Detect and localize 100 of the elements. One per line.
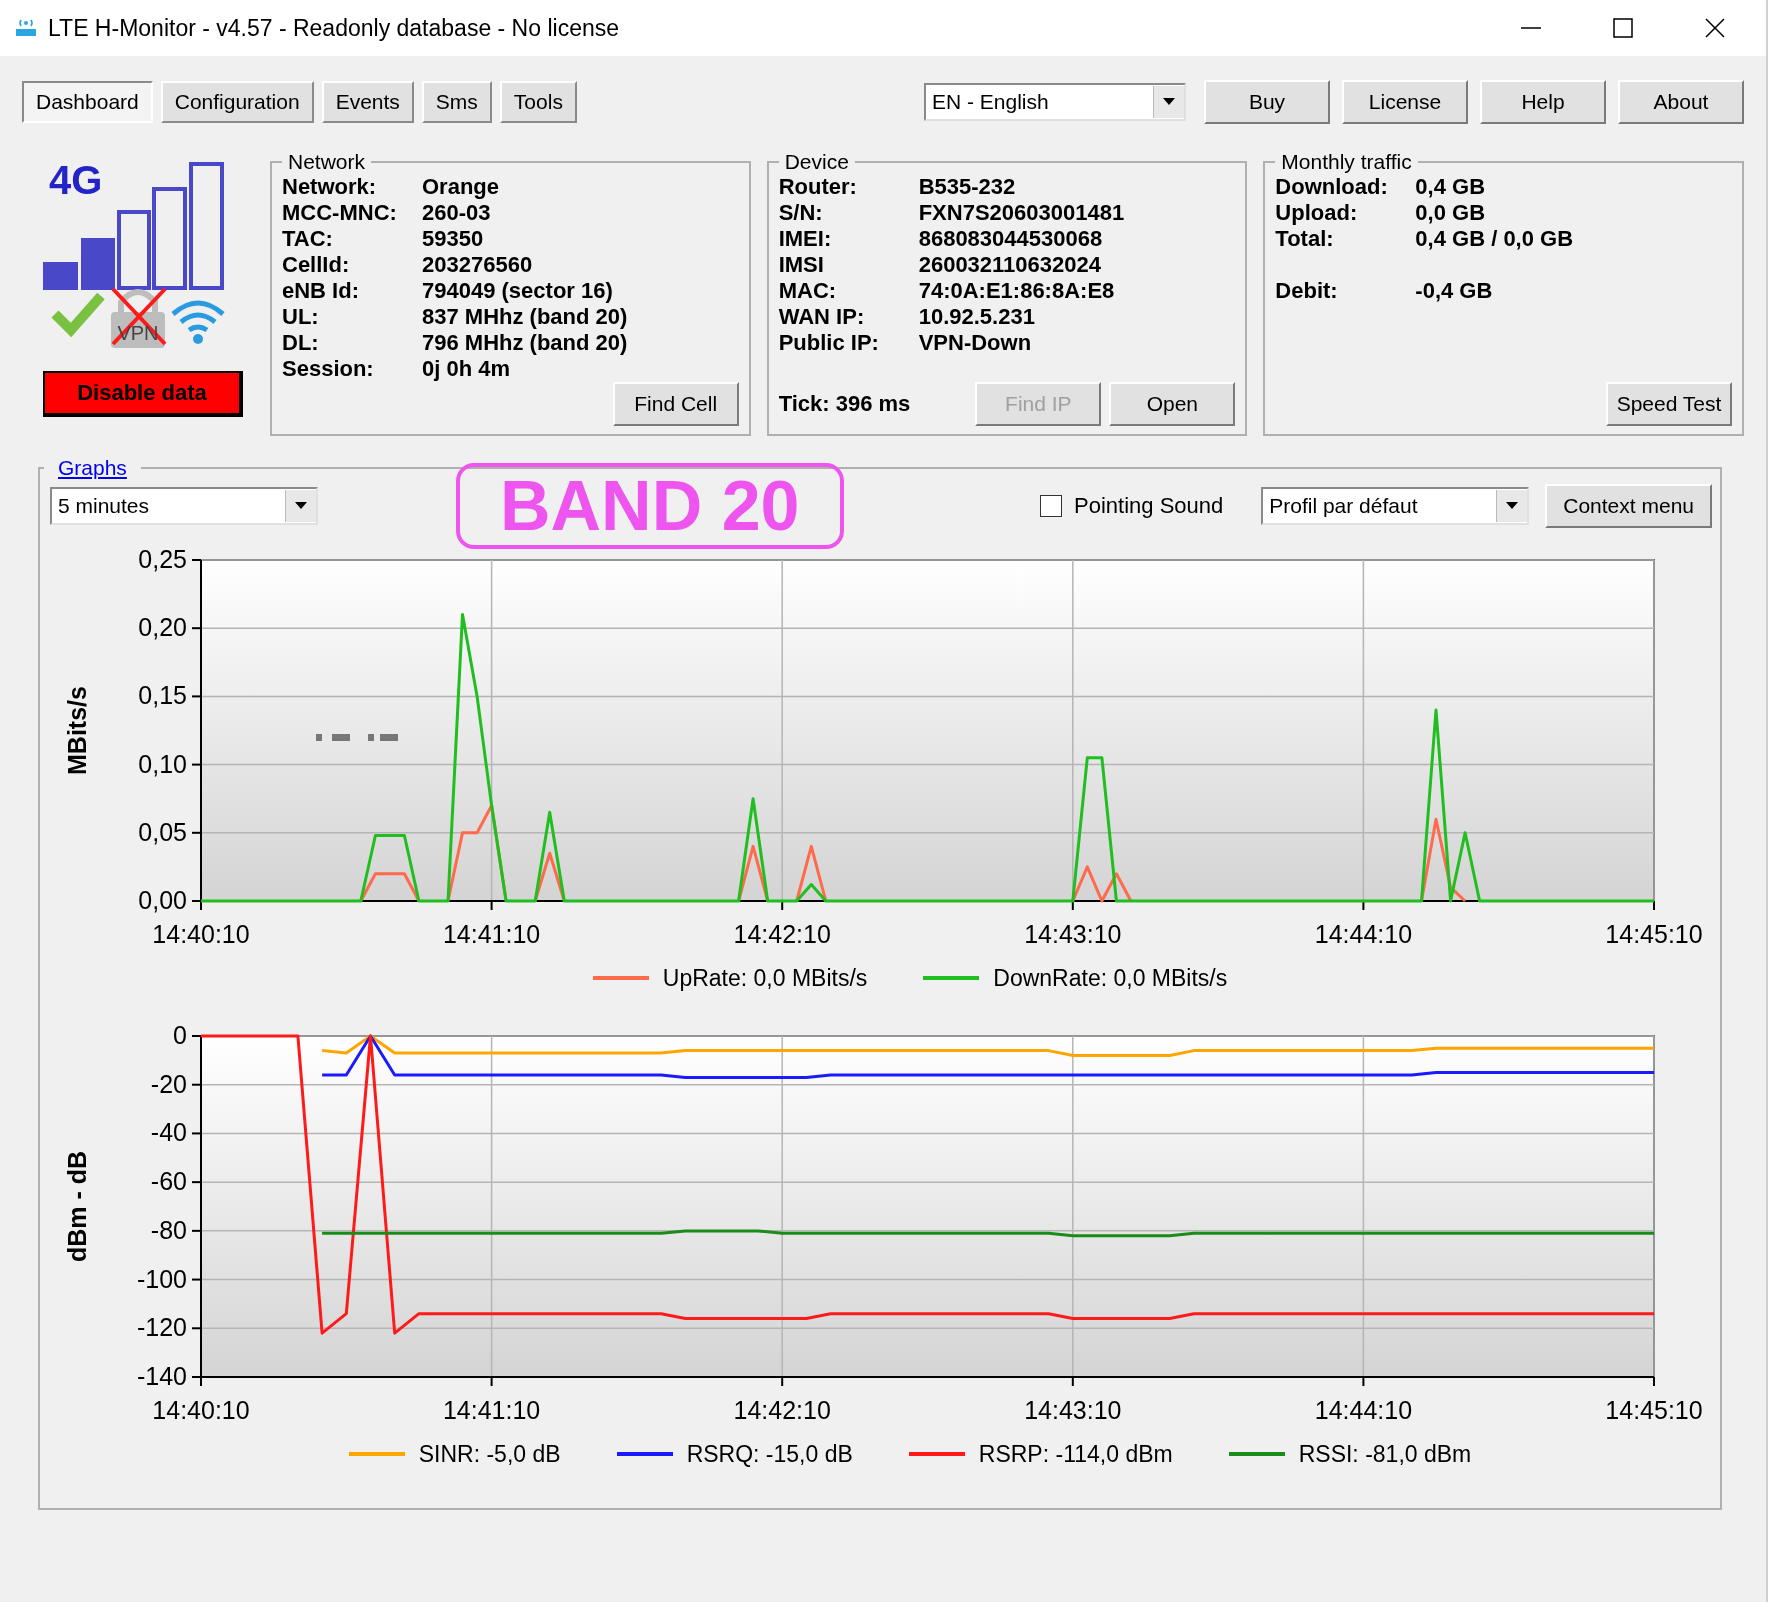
- field-value: 796 MHhz (band 20): [422, 330, 629, 356]
- graphs-link[interactable]: Graphs: [58, 456, 127, 479]
- axis-label: -40: [150, 1118, 187, 1147]
- legend-label: DownRate: 0,0 MBits/s: [993, 964, 1228, 992]
- field-value: 0,0 GB: [1415, 200, 1487, 226]
- field-label: Debit:: [1275, 278, 1339, 304]
- axis-label: 0,10: [138, 749, 187, 778]
- field-label: CellId:: [282, 252, 351, 278]
- toolbar-button[interactable]: Buy: [1204, 80, 1330, 124]
- field-value: 794049 (sector 16): [422, 278, 614, 304]
- dropdown-arrow-icon: [1506, 502, 1519, 510]
- disable-data-button[interactable]: Disable data: [43, 371, 243, 417]
- field-value: VPN-Down: [918, 330, 1033, 356]
- axis-label: 0,25: [138, 546, 187, 573]
- axis-label: 14:41:10: [442, 920, 541, 948]
- axis-label: 14:40:10: [152, 1396, 250, 1424]
- dropdown-arrow-icon: [295, 502, 307, 510]
- panel-title: Monthly traffic: [1280, 150, 1413, 174]
- axis-label: 14:43:10: [1024, 1396, 1122, 1424]
- close-icon[interactable]: [1704, 17, 1726, 39]
- profile-dropdown[interactable]: Profil par défaut: [1261, 487, 1530, 525]
- toolbar-button[interactable]: Help: [1480, 80, 1606, 124]
- panel-title: Device: [783, 150, 850, 174]
- field-value: Orange: [422, 174, 501, 200]
- toolbar-button[interactable]: License: [1342, 80, 1468, 124]
- axis-label: 14:42:10: [733, 1396, 831, 1424]
- field-label: IMSI: [778, 252, 825, 278]
- axis-label: -120: [136, 1313, 187, 1342]
- axis-label: 14:42:10: [733, 920, 831, 948]
- maximize-icon[interactable]: [1612, 17, 1634, 39]
- axis-label: 14:45:10: [1605, 1396, 1703, 1424]
- checkbox-label: Pointing Sound: [1074, 493, 1224, 519]
- language-dropdown[interactable]: EN - English: [924, 83, 1186, 121]
- axis-label: 14:44:10: [1314, 920, 1413, 948]
- legend-label: UpRate: 0,0 MBits/s: [662, 964, 868, 992]
- field-label: Public IP:: [778, 330, 880, 356]
- field-label: UL:: [282, 304, 320, 330]
- axis-label: 0,05: [138, 817, 187, 846]
- field-label: TAC:: [282, 226, 334, 252]
- field-label: Session:: [282, 356, 375, 382]
- field-value: 837 MHhz (band 20): [422, 304, 629, 330]
- field-value: 10.92.5.231: [918, 304, 1036, 330]
- field-label: WAN IP:: [778, 304, 866, 330]
- tab[interactable]: Events: [321, 81, 414, 123]
- field-label: IMEI:: [778, 226, 833, 252]
- period-dropdown[interactable]: 5 minutes: [50, 487, 318, 525]
- tab[interactable]: Dashboard: [22, 81, 153, 123]
- field-value: 0,4 GB: [1415, 174, 1487, 200]
- legend-label: RSRP: -114,0 dBm: [978, 1440, 1173, 1468]
- field-value: 260032110632024: [918, 252, 1102, 278]
- checkbox[interactable]: [1040, 495, 1062, 517]
- axis-label: 14:41:10: [442, 1396, 541, 1424]
- field-label: DL:: [282, 330, 320, 356]
- legend-label: SINR: -5,0 dB: [418, 1440, 561, 1468]
- field-label: S/N:: [778, 200, 824, 226]
- field-value: 0j 0h 4m: [422, 356, 512, 382]
- legend-label: RSSI: -81,0 dBm: [1298, 1440, 1472, 1468]
- axis-label: 0,00: [138, 886, 187, 914]
- field-value: B535-232: [918, 174, 1017, 200]
- tab[interactable]: Sms: [421, 81, 492, 123]
- window-title: LTE H-Monitor - v4.57 - Readonly database - No license: [48, 14, 619, 42]
- field-label: Upload:: [1275, 200, 1359, 226]
- field-label: Total:: [1275, 226, 1335, 252]
- speed-test-button[interactable]: Speed Test: [1606, 382, 1732, 426]
- tab[interactable]: Tools: [499, 81, 577, 123]
- field-value: 203276560: [422, 252, 534, 278]
- tab[interactable]: Configuration: [160, 81, 314, 123]
- axis-label: -140: [136, 1362, 187, 1390]
- axis-label: -100: [136, 1264, 187, 1293]
- field-label: Network:: [282, 174, 378, 200]
- axis-label: 14:43:10: [1024, 920, 1122, 948]
- axis-label: 14:44:10: [1314, 1396, 1413, 1424]
- axis-label: -60: [150, 1167, 187, 1196]
- axis-label: 0,20: [138, 613, 187, 642]
- field-label: eNB Id:: [282, 278, 360, 304]
- legend-label: RSRQ: -15,0 dB: [686, 1440, 853, 1468]
- field-label: Download:: [1275, 174, 1389, 200]
- field-value: 260-03: [422, 200, 492, 226]
- field-value: 868083044530068: [918, 226, 1104, 252]
- field-value: 74:0A:E1:86:8A:E8: [918, 278, 1116, 304]
- tick-text: Tick: 396 ms: [778, 391, 911, 417]
- field-label: MCC-MNC:: [282, 200, 398, 226]
- field-value: -0,4 GB: [1415, 278, 1494, 304]
- field-label: MAC:: [778, 278, 838, 304]
- field-value: FXN7S20603001481: [918, 200, 1126, 226]
- toolbar-button[interactable]: About: [1618, 80, 1744, 124]
- panel-title: Network: [287, 150, 367, 174]
- axis-label: 0: [173, 1022, 187, 1049]
- panel-button[interactable]: Open: [1109, 382, 1236, 426]
- band-annotation: BAND 20: [456, 463, 844, 549]
- axis-title: MBits/s: [63, 686, 91, 775]
- find-cell-button[interactable]: Find Cell: [612, 382, 739, 426]
- axis-label: 14:40:10: [152, 920, 250, 948]
- field-value: 59350: [422, 226, 485, 252]
- field-label: Router:: [778, 174, 858, 200]
- field-value: 0,4 GB / 0,0 GB: [1415, 226, 1575, 252]
- axis-label: 0,15: [138, 681, 187, 710]
- context-menu-button[interactable]: Context menu: [1545, 484, 1712, 528]
- axis-label: -20: [150, 1069, 187, 1098]
- axis-label: -80: [150, 1215, 187, 1244]
